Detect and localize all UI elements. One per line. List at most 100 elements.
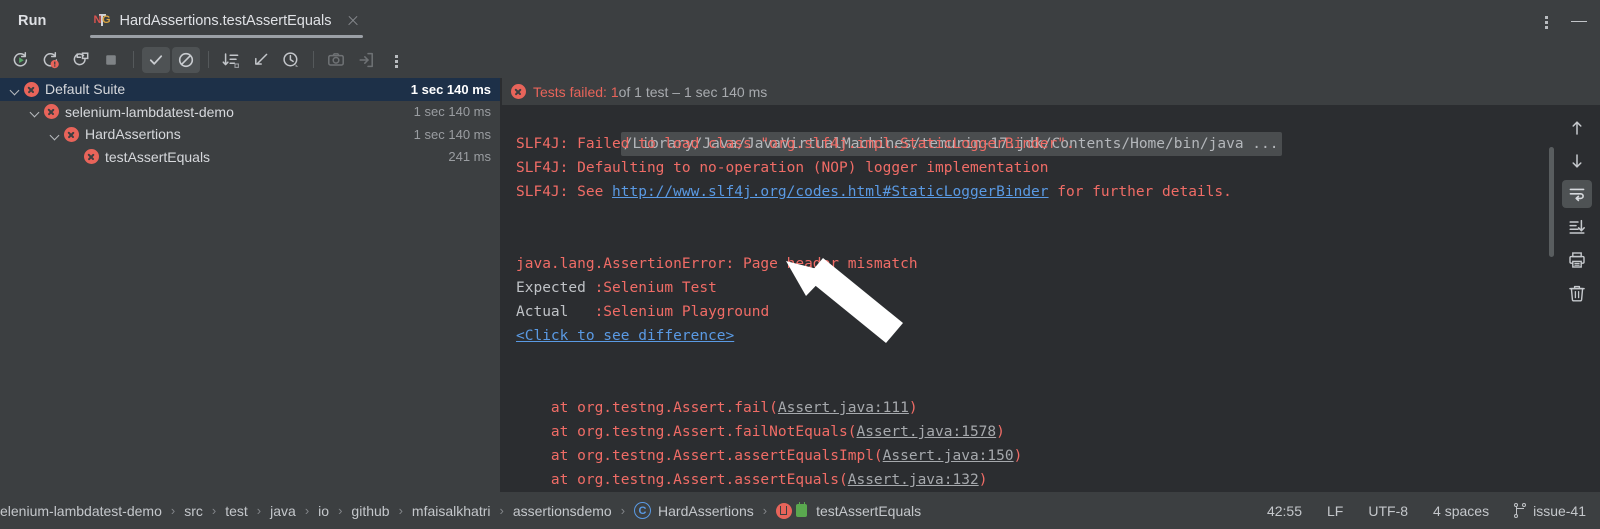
console-scrollbar-thumb[interactable] — [1549, 147, 1554, 257]
tree-row-hardassertions[interactable]: HardAssertions 1 sec 140 ms — [0, 123, 500, 146]
screenshot-button — [322, 47, 350, 73]
breadcrumb-item[interactable]: github — [351, 503, 389, 519]
console-text: at org.testng.Assert.fail( — [516, 400, 778, 416]
console-text: for further details. — [1048, 184, 1232, 200]
console-link[interactable]: Assert.java:1578 — [856, 424, 996, 440]
console-text: SLF4J: Defaulting to no-operation (NOP) … — [516, 160, 1049, 176]
tree-row-default-suite[interactable]: Default Suite 1 sec 140 ms — [0, 78, 500, 101]
tree-row-duration: 1 sec 140 ms — [410, 81, 491, 97]
console-lines: SLF4J: Failed to load class "org.slf4j.i… — [516, 132, 1554, 492]
test-failed-icon — [44, 104, 59, 120]
chevron-down-icon[interactable] — [8, 83, 21, 96]
breadcrumb-item[interactable]: HardAssertions — [658, 503, 754, 519]
minimize-icon[interactable] — [1570, 13, 1588, 29]
close-icon[interactable] — [345, 13, 361, 29]
soft-wrap-button[interactable] — [1562, 180, 1592, 208]
run-window-titlebar: Run NG HardAssertions.testAssertEquals — [0, 0, 1600, 41]
toggle-auto-test-button[interactable] — [67, 47, 95, 73]
console-line: SLF4J: Defaulting to no-operation (NOP) … — [516, 156, 1554, 180]
console-line: at org.testng.Assert.fail(Assert.java:11… — [516, 396, 1554, 420]
previous-occurrence-button[interactable] — [1562, 114, 1592, 142]
console-text: ) — [978, 472, 988, 488]
line-separator[interactable]: LF — [1327, 503, 1343, 519]
rerun-failed-button[interactable] — [37, 47, 65, 73]
breadcrumb-item[interactable]: test — [225, 503, 248, 519]
status-summary: of 1 test – 1 sec 140 ms — [618, 83, 768, 100]
breadcrumb-separator: › — [499, 503, 504, 518]
console-link[interactable]: Assert.java:132 — [848, 472, 979, 488]
show-passed-button[interactable] — [142, 46, 170, 73]
tree-row-testassertequals[interactable]: testAssertEquals 241 ms — [0, 146, 500, 169]
stop-button[interactable] — [97, 47, 125, 73]
sort-button[interactable] — [217, 47, 245, 73]
breadcrumb-item[interactable]: testAssertEquals — [816, 503, 921, 519]
console-link[interactable]: <Click to see difference> — [516, 328, 734, 344]
test-failed-icon — [64, 126, 79, 142]
run-window-title: Run — [18, 12, 47, 29]
console-link[interactable]: Assert.java:111 — [778, 400, 909, 416]
breadcrumb-item[interactable]: java — [270, 503, 296, 519]
breadcrumb-item[interactable]: io — [318, 503, 329, 519]
tab-hardassertions-testassertequals[interactable]: NG HardAssertions.testAssertEquals — [80, 0, 374, 41]
test-method-icon — [776, 502, 793, 519]
test-failed-icon — [84, 149, 99, 165]
collapse-all-button[interactable] — [247, 47, 275, 73]
console-link[interactable]: Assert.java:150 — [883, 448, 1014, 464]
breadcrumb-separator: › — [211, 503, 217, 518]
print-button[interactable] — [1562, 246, 1592, 274]
breadcrumb-item[interactable]: elenium-lambdatest-demo — [0, 503, 162, 519]
tree-row-selenium-lambdatest-demo[interactable]: selenium-lambdatest-demo 1 sec 140 ms — [0, 101, 500, 124]
console-text: :Selenium Test — [594, 280, 717, 296]
console-text: :Selenium Playground — [594, 304, 770, 320]
test-failed-icon — [24, 81, 39, 97]
history-button[interactable] — [277, 47, 305, 73]
clear-all-button[interactable] — [1562, 279, 1592, 307]
breadcrumb-separator: › — [170, 503, 176, 518]
breadcrumb-separator: › — [304, 503, 310, 518]
more-options-button[interactable] — [382, 47, 410, 73]
breadcrumb-separator: › — [338, 503, 343, 518]
tab-label: HardAssertions.testAssertEquals — [119, 12, 332, 29]
caret-position[interactable]: 42:55 — [1267, 503, 1302, 519]
console-text: SLF4J: See — [516, 184, 613, 200]
status-bar: elenium-lambdatest-demo › src › test › java › io… — [0, 492, 1600, 529]
scroll-to-end-button[interactable] — [1562, 213, 1592, 241]
console-wrap: /Library/Java/JavaVirtualMachines/temuri… — [502, 105, 1600, 492]
breadcrumb-item[interactable]: src — [184, 503, 203, 519]
rerun-button[interactable] — [7, 47, 35, 73]
test-status-header: Tests failed: 1 of 1 test – 1 sec 140 ms — [502, 78, 1600, 105]
chevron-down-icon[interactable] — [28, 105, 41, 118]
export-button — [352, 47, 380, 73]
status-bar-right: 42:55 LF UTF-8 4 spaces issue-41 — [1267, 503, 1586, 519]
console-text: SLF4J: Failed to load class "org.slf4j.i… — [516, 136, 1075, 152]
console-pane: Tests failed: 1 of 1 test – 1 sec 140 ms… — [502, 78, 1600, 492]
toolbar-separator — [313, 51, 314, 68]
console-text: ) — [908, 400, 918, 416]
tree-row-label: testAssertEquals — [105, 148, 211, 165]
show-ignored-button[interactable] — [172, 46, 200, 73]
next-occurrence-button[interactable] — [1562, 147, 1592, 175]
console-output[interactable]: /Library/Java/JavaVirtualMachines/temuri… — [502, 105, 1554, 492]
console-line: at org.testng.Assert.failNotEquals(Asser… — [516, 420, 1554, 444]
console-link[interactable]: http://www.slf4j.org/codes.html#StaticLo… — [612, 184, 1049, 200]
test-results-tree[interactable]: Default Suite 1 sec 140 ms selenium-lambda… — [0, 78, 500, 492]
breadcrumb-separator: › — [398, 503, 403, 518]
kebab-menu-icon[interactable] — [1538, 13, 1554, 29]
console-text: java.lang.AssertionError: Page header mi… — [516, 256, 918, 272]
run-marker-icon — [796, 502, 808, 517]
breadcrumb-item[interactable]: mfaisalkhatri — [412, 503, 491, 519]
console-text: Expected — [516, 280, 595, 296]
console-text: ) — [996, 424, 1005, 440]
breadcrumb: elenium-lambdatest-demo › src › test › java › io… — [0, 502, 921, 519]
breadcrumb-item[interactable]: assertionsdemo — [513, 503, 612, 519]
chevron-down-icon[interactable] — [48, 128, 61, 141]
console-gutter-toolbar — [1554, 105, 1600, 492]
tree-row-label: Default Suite — [45, 81, 126, 98]
git-branch-widget[interactable]: issue-41 — [1514, 503, 1586, 519]
console-line: Expected :Selenium Test — [516, 276, 1554, 300]
file-encoding[interactable]: UTF-8 — [1368, 503, 1408, 519]
indent-setting[interactable]: 4 spaces — [1433, 503, 1489, 519]
console-text: ) — [1013, 448, 1023, 464]
console-line: java.lang.AssertionError: Page header mi… — [516, 252, 1554, 276]
